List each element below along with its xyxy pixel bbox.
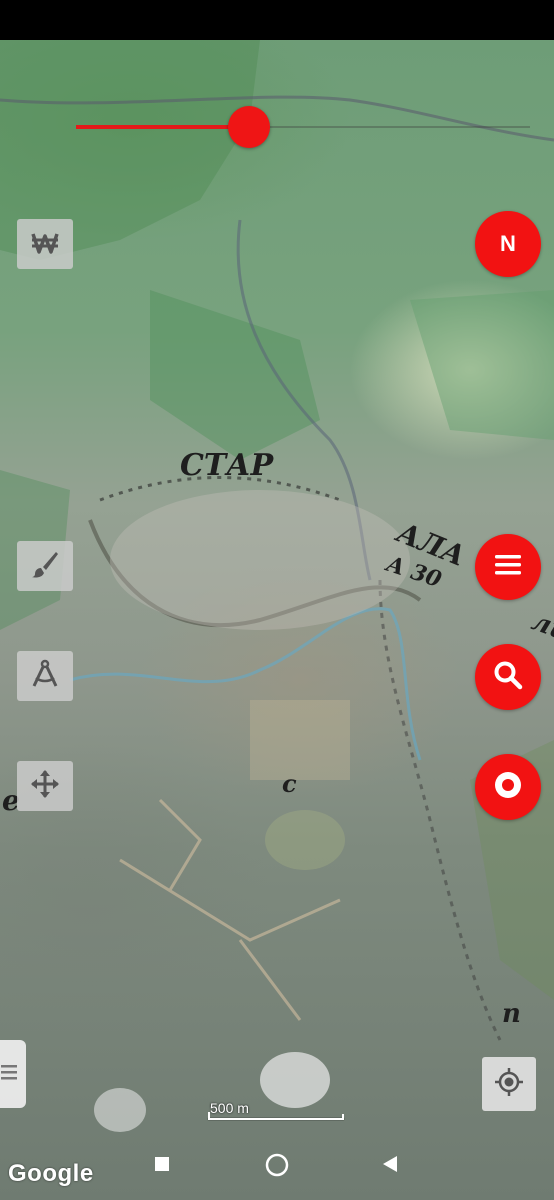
recents-square-icon [154,1156,170,1177]
google-attribution: Google [8,1160,94,1187]
draw-button[interactable] [17,541,73,591]
move-arrows-icon [29,768,61,805]
menu-button[interactable] [475,534,541,600]
crosshair-location-icon [494,1067,524,1102]
paint-brush-icon [29,548,61,585]
map-label-4: ли [528,606,554,647]
currency-won-icon [29,226,61,263]
currency-button[interactable] [17,219,73,269]
map-view[interactable]: СТАР АЛА А 30 ли е с п [0,40,554,1200]
layers-drawer-handle[interactable] [0,1040,26,1108]
home-button[interactable] [262,1152,292,1182]
scale-tick-left [208,1112,210,1120]
home-circle-icon [264,1152,290,1183]
measure-button[interactable] [17,651,73,701]
move-button[interactable] [17,761,73,811]
record-track-button[interactable] [475,754,541,820]
scale-tick-right [342,1114,344,1120]
status-bar [0,0,554,40]
menu-icon [493,552,523,583]
map-label-1: СТАР [180,448,275,483]
recents-button[interactable] [150,1154,174,1178]
record-icon [491,768,525,807]
scale-line [208,1118,344,1120]
search-button[interactable] [475,644,541,710]
map-overlay: СТАР АЛА А 30 ли е с п [0,40,554,1132]
compass-button[interactable]: N [475,211,541,277]
back-triangle-icon [381,1155,399,1178]
compass-drafting-icon [29,658,61,695]
scale-bar: 500 m [208,1100,348,1124]
scale-label: 500 m [210,1100,249,1116]
my-location-button[interactable] [482,1057,536,1111]
back-button[interactable] [378,1154,402,1178]
drawer-lines-icon [1,1062,19,1087]
search-icon [492,659,524,696]
opacity-slider-fill [76,125,249,129]
compass-north-label: N [500,231,516,256]
map-label-7: п [502,999,521,1029]
map-label-6: с [282,769,297,798]
opacity-slider-thumb[interactable] [227,106,270,148]
